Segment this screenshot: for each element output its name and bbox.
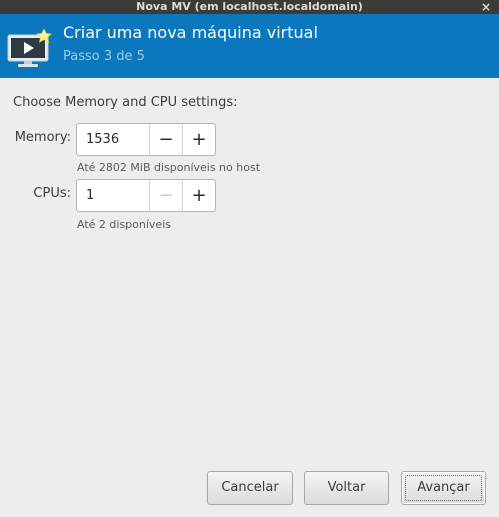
memory-increment-button[interactable]: + <box>182 124 215 155</box>
memory-decrement-button[interactable]: − <box>149 124 182 155</box>
window-titlebar[interactable]: Nova MV (em localhost.localdomain) × <box>0 0 499 14</box>
memory-hint: Até 2802 MiB disponíveis no host <box>77 161 261 174</box>
cancel-button[interactable]: Cancelar <box>207 471 293 505</box>
window-title: Nova MV (em localhost.localdomain) <box>136 0 363 13</box>
cpus-increment-button[interactable]: + <box>182 180 215 211</box>
memory-spinbox: 1536 − + <box>76 123 216 156</box>
cpus-hint: Até 2 disponíveis <box>77 218 171 231</box>
cpus-label: CPUs: <box>33 186 71 201</box>
memory-input[interactable]: 1536 <box>77 124 149 155</box>
new-vm-dialog: Nova MV (em localhost.localdomain) × Cri… <box>0 0 499 517</box>
wizard-title: Criar uma nova máquina virtual <box>63 23 318 42</box>
monitor-play-star-icon <box>7 29 52 67</box>
cpus-input[interactable]: 1 <box>77 180 149 211</box>
forward-button[interactable]: Avançar <box>401 471 486 505</box>
back-button[interactable]: Voltar <box>304 471 389 505</box>
memory-label: Memory: <box>14 130 71 145</box>
cpus-spinbox: 1 − + <box>76 179 216 212</box>
cpus-decrement-button[interactable]: − <box>149 180 182 211</box>
section-label: Choose Memory and CPU settings: <box>13 95 238 110</box>
forward-button-label: Avançar <box>417 480 470 495</box>
wizard-header: Criar uma nova máquina virtual Passo 3 d… <box>0 14 499 78</box>
close-icon[interactable]: × <box>479 0 493 14</box>
wizard-step: Passo 3 de 5 <box>63 49 145 64</box>
